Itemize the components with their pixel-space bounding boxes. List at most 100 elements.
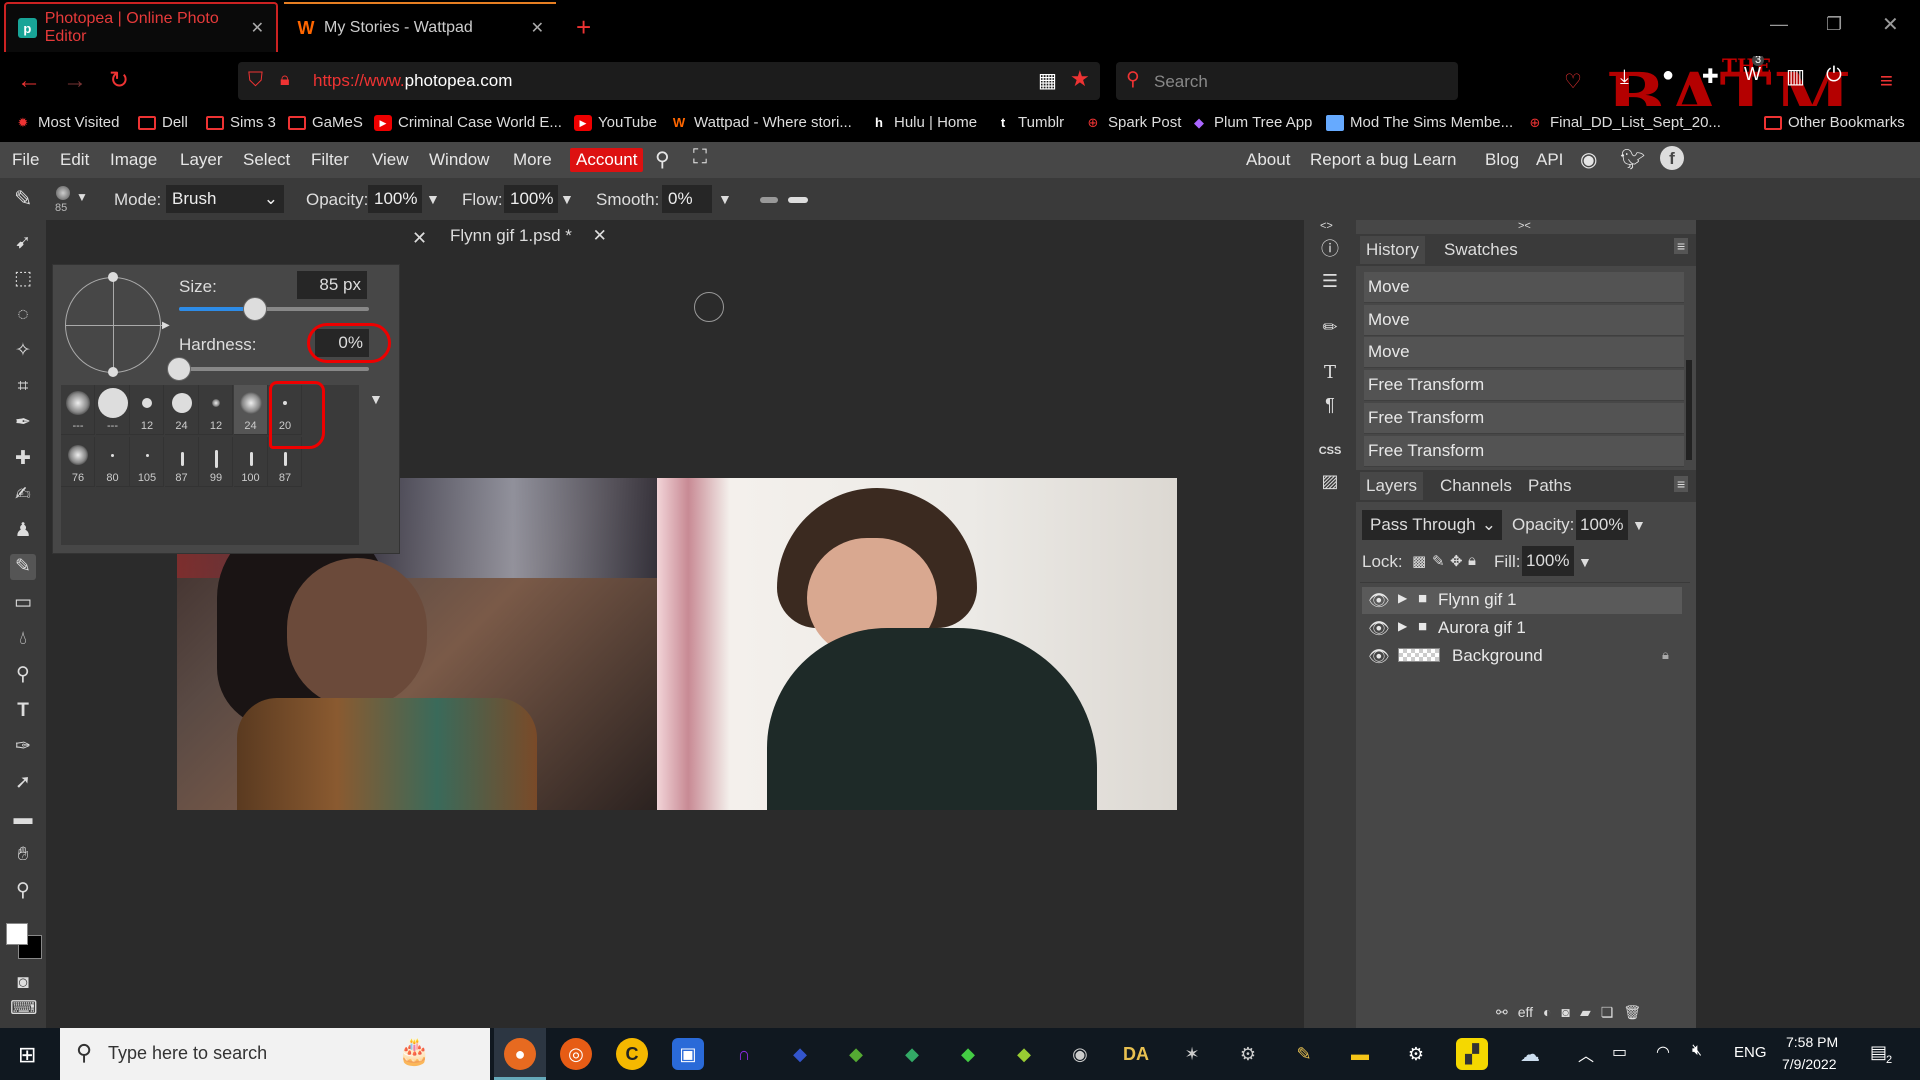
pressure-size-icon[interactable] [788,197,808,203]
windows-start-icon[interactable]: ⊞ [18,1042,36,1068]
smooth-field[interactable]: 0% [662,185,712,213]
chevron-down-icon[interactable]: ▼ [718,191,732,207]
obs-icon[interactable]: ◉ [1064,1038,1096,1070]
bookmark-item[interactable]: Other Bookmarks [1764,114,1905,131]
tab-wattpad[interactable]: W My Stories - Wattpad ✕ [284,2,556,52]
mask-icon[interactable]: ◙ [1562,1004,1570,1021]
back-icon[interactable]: ← [14,66,44,96]
sims-icon[interactable]: ◆ [784,1038,816,1070]
expand-icon[interactable]: >< [1518,220,1531,232]
pressure-opacity-icon[interactable] [760,197,778,203]
reddit-icon[interactable]: ◉ [1580,147,1597,172]
brush-tool-icon[interactable]: ✍ [10,482,36,508]
tab-paths[interactable]: Paths [1528,476,1571,496]
menu-image[interactable]: Image [110,150,157,170]
magic-wand-icon[interactable]: ✧ [10,338,36,364]
taskbar-search-input[interactable]: ⚲ Type here to search 🎂 [60,1028,490,1080]
bookmark-item[interactable]: Dell [138,114,188,131]
wattpad-ext-icon[interactable]: W [1744,64,1761,85]
battery-icon[interactable]: ▭ [1612,1042,1627,1062]
fill-field[interactable]: 100% [1522,546,1574,576]
foreground-color-swatch[interactable] [6,923,28,945]
size-slider-handle[interactable] [243,297,267,321]
eye-icon[interactable]: 👁︎ [1368,647,1390,667]
chevron-down-icon[interactable]: ▼ [1632,517,1646,533]
url-text[interactable]: https://www.photopea.com [313,71,512,91]
move-tool-icon[interactable]: ➹ [10,230,36,256]
app-icon[interactable]: ∩ [728,1038,760,1070]
paragraph-icon[interactable]: ¶ [1317,392,1343,418]
menu-view[interactable]: View [372,150,409,170]
menu-blog[interactable]: Blog [1485,150,1519,170]
layer-row[interactable]: 👁︎ ▶ ■ Aurora gif 1 [1362,615,1682,642]
quick-mask-icon[interactable]: ◙ [10,970,36,996]
css-icon[interactable]: CSS [1317,438,1343,464]
clock-time[interactable]: 7:58 PM [1786,1034,1838,1050]
sims-icon[interactable]: ◆ [1008,1038,1040,1070]
bookmark-item[interactable]: ⊕ Final_DD_List_Sept_20... [1526,114,1721,131]
close-window-icon[interactable]: ✕ [1882,12,1899,37]
bookmark-item[interactable]: ⊕ Spark Post [1084,114,1182,131]
brush-preset[interactable]: 100 [233,437,268,487]
image-icon[interactable]: ▨ [1317,468,1343,494]
forward-icon[interactable]: → [60,66,90,96]
expand-arrow-icon[interactable]: ▶ [1398,619,1407,633]
history-item[interactable]: Move [1364,272,1684,303]
brush-preset[interactable]: 76 [61,437,95,487]
effects-icon[interactable]: eff [1518,1004,1533,1021]
healing-brush-icon[interactable]: ✚ [10,446,36,472]
brush-preset[interactable]: 12 [130,385,164,435]
character-icon[interactable]: T [1317,360,1343,386]
lock-icon[interactable]: 🔒︎ [280,69,290,90]
brush-preset[interactable]: 99 [199,437,233,487]
tab-channels[interactable]: Channels [1440,476,1512,496]
path-select-icon[interactable]: ➚ [10,770,36,796]
account-avatar-icon[interactable]: ● [1662,64,1674,87]
tab-layers[interactable]: Layers [1360,472,1424,500]
zoom-tool-icon[interactable]: ⚲ [10,878,36,904]
search-input[interactable]: ⚲ Search [1116,62,1458,100]
brush-settings-icon[interactable]: ✏ [1317,314,1343,340]
menu-learn[interactable]: Learn [1413,150,1456,170]
blur-tool-icon[interactable]: 💧︎ [10,626,36,652]
pen-tool-icon[interactable]: ✑ [10,734,36,760]
reload-icon[interactable]: ↻ [104,66,134,96]
bookmark-item[interactable]: ◆ Plum Tree App [1190,114,1312,131]
panel-menu-icon[interactable]: ≡ [1674,238,1689,254]
brush-preset[interactable]: --- [95,385,130,435]
url-bar[interactable]: ⛉ 🔒︎ https://www.photopea.com ▦ ★ [238,62,1100,100]
search-icon[interactable]: ⚲ [655,147,670,172]
bookmark-item[interactable]: ▶ Criminal Case World E... [374,114,562,131]
restore-icon[interactable]: ❐ [1826,14,1842,35]
marquee-tool-icon[interactable]: ⬚ [10,266,36,292]
app-icon[interactable]: ▣ [672,1038,704,1070]
menu-select[interactable]: Select [243,150,290,170]
close-tab-icon[interactable]: ✕ [251,18,264,38]
menu-api[interactable]: API [1536,150,1563,170]
expand-arrow-icon[interactable]: ▶ [1398,591,1407,605]
crop-tool-icon[interactable]: ⌗ [10,374,36,400]
qr-grid-icon[interactable]: ▦ [1038,68,1057,93]
dodge-tool-icon[interactable]: ⚲ [10,662,36,688]
history-item[interactable]: Move [1364,305,1684,336]
hand-tool-icon[interactable]: ✋︎ [10,842,36,868]
chevron-down-icon[interactable]: ▼ [426,191,440,207]
bookmark-item[interactable]: h Hulu | Home [870,114,977,131]
gradient-tool-icon[interactable]: ▭ [10,590,36,616]
size-slider[interactable] [179,297,369,321]
sims-icon[interactable]: ◆ [896,1038,928,1070]
bookmark-item[interactable]: W Wattpad - Where stori... [670,114,852,131]
shield-icon[interactable]: ⛉ [248,69,263,92]
close-panel-icon[interactable]: ✕ [412,228,427,249]
hardness-slider[interactable] [167,357,369,381]
hamburger-menu-icon[interactable]: ≡ [1880,68,1893,94]
menu-filter[interactable]: Filter [311,150,349,170]
eye-icon[interactable]: 👁︎ [1368,619,1390,639]
shape-tool-icon[interactable]: ▬ [10,806,36,832]
bookmark-item[interactable]: GaMeS [288,114,363,131]
collapse-icon[interactable]: <> [1320,220,1333,232]
history-item[interactable]: Free Transform [1364,403,1684,434]
brush-preset[interactable]: 24 [164,385,199,435]
chevron-down-icon[interactable]: ▼ [1578,554,1592,570]
game-icon[interactable]: ✶ [1176,1038,1208,1070]
